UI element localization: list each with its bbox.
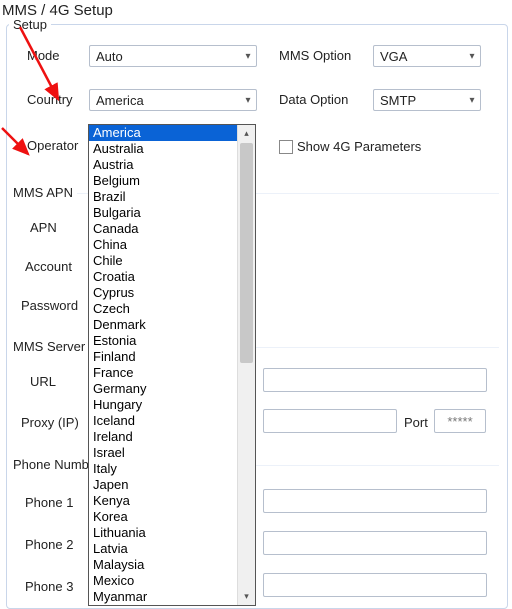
- url-input[interactable]: [263, 368, 487, 392]
- checkbox-box: [279, 140, 293, 154]
- country-option[interactable]: France: [89, 365, 255, 381]
- country-option[interactable]: Myanmar: [89, 589, 255, 605]
- country-option[interactable]: Chile: [89, 253, 255, 269]
- dropdown-items: AmericaAustraliaAustriaBelgiumBrazilBulg…: [89, 125, 255, 605]
- country-option[interactable]: Hungary: [89, 397, 255, 413]
- country-option[interactable]: Croatia: [89, 269, 255, 285]
- mms-option-value: VGA: [374, 49, 464, 64]
- label-country: Country: [27, 92, 73, 107]
- scroll-down-button[interactable]: ▾: [238, 588, 255, 605]
- country-option[interactable]: Canada: [89, 221, 255, 237]
- main-panel: Setup Mode Auto ▾ MMS Option VGA ▾ Count…: [6, 24, 508, 609]
- label-password: Password: [21, 298, 78, 313]
- chevron-down-icon: ▾: [240, 95, 256, 106]
- country-option[interactable]: Latvia: [89, 541, 255, 557]
- section-mms-server: MMS Server: [9, 339, 89, 354]
- country-option[interactable]: China: [89, 237, 255, 253]
- country-option[interactable]: Japen: [89, 477, 255, 493]
- country-option[interactable]: Kenya: [89, 493, 255, 509]
- country-option[interactable]: Brazil: [89, 189, 255, 205]
- country-option[interactable]: Mexico: [89, 573, 255, 589]
- country-option[interactable]: Cyprus: [89, 285, 255, 301]
- country-option[interactable]: Bulgaria: [89, 205, 255, 221]
- country-combo[interactable]: America ▾: [89, 89, 257, 111]
- country-option[interactable]: Israel: [89, 445, 255, 461]
- show-4g-checkbox[interactable]: Show 4G Parameters: [279, 139, 421, 154]
- port-input[interactable]: *****: [434, 409, 486, 433]
- label-mode: Mode: [27, 48, 60, 63]
- country-option[interactable]: Iceland: [89, 413, 255, 429]
- chevron-down-icon: ▾: [464, 51, 480, 62]
- data-option-value: SMTP: [374, 93, 464, 108]
- show-4g-label: Show 4G Parameters: [297, 139, 421, 154]
- country-option[interactable]: Malaysia: [89, 557, 255, 573]
- label-phone3: Phone 3: [25, 579, 73, 594]
- chevron-down-icon: ▾: [464, 95, 480, 106]
- proxy-input[interactable]: [263, 409, 397, 433]
- mode-value: Auto: [90, 49, 240, 64]
- country-option[interactable]: Australia: [89, 141, 255, 157]
- label-data-option: Data Option: [279, 92, 348, 107]
- country-option[interactable]: Lithuania: [89, 525, 255, 541]
- country-option[interactable]: Italy: [89, 461, 255, 477]
- country-option[interactable]: Belgium: [89, 173, 255, 189]
- country-option[interactable]: America: [89, 125, 255, 141]
- label-phone2: Phone 2: [25, 537, 73, 552]
- data-option-combo[interactable]: SMTP ▾: [373, 89, 481, 111]
- label-phone1: Phone 1: [25, 495, 73, 510]
- label-apn: APN: [30, 220, 57, 235]
- country-option[interactable]: Denmark: [89, 317, 255, 333]
- phone3-input[interactable]: [263, 573, 487, 597]
- section-setup: Setup: [9, 17, 51, 32]
- country-option[interactable]: Austria: [89, 157, 255, 173]
- country-option[interactable]: Czech: [89, 301, 255, 317]
- label-mms-option: MMS Option: [279, 48, 351, 63]
- scroll-thumb[interactable]: [240, 143, 253, 363]
- mode-combo[interactable]: Auto ▾: [89, 45, 257, 67]
- country-option[interactable]: Ireland: [89, 429, 255, 445]
- country-option[interactable]: Estonia: [89, 333, 255, 349]
- label-url: URL: [30, 374, 56, 389]
- mms-option-combo[interactable]: VGA ▾: [373, 45, 481, 67]
- label-port: Port: [404, 415, 428, 430]
- country-dropdown-list[interactable]: AmericaAustraliaAustriaBelgiumBrazilBulg…: [88, 124, 256, 606]
- country-option[interactable]: Germany: [89, 381, 255, 397]
- country-option[interactable]: Korea: [89, 509, 255, 525]
- country-option[interactable]: Finland: [89, 349, 255, 365]
- scrollbar[interactable]: ▴ ▾: [237, 125, 255, 605]
- label-proxy: Proxy (IP): [21, 415, 79, 430]
- phone1-input[interactable]: [263, 489, 487, 513]
- country-value: America: [90, 93, 240, 108]
- chevron-down-icon: ▾: [240, 51, 256, 62]
- scroll-up-button[interactable]: ▴: [238, 125, 255, 142]
- label-account: Account: [25, 259, 72, 274]
- phone2-input[interactable]: [263, 531, 487, 555]
- label-operator: Operator: [27, 138, 78, 153]
- section-mms-apn: MMS APN: [9, 185, 77, 200]
